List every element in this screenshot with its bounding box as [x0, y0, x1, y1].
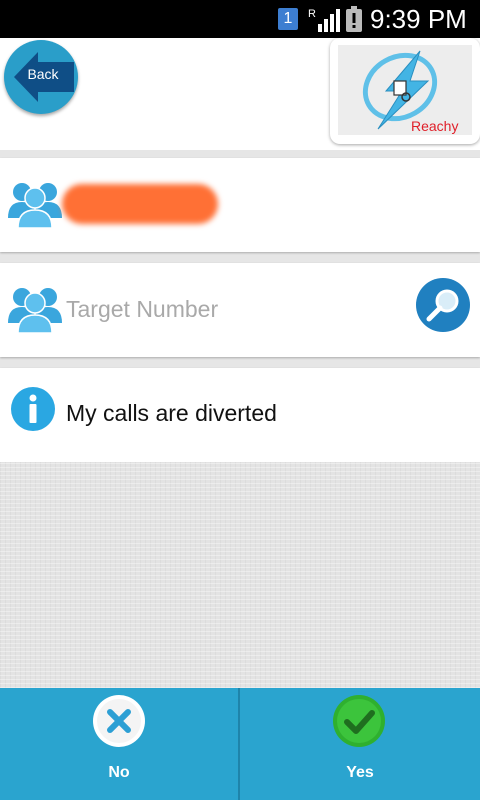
- no-label: No: [108, 764, 130, 781]
- people-icon: [8, 183, 62, 229]
- status-time: 9:39 PM: [370, 4, 467, 34]
- back-label: Back: [27, 66, 59, 82]
- info-row: My calls are diverted: [0, 368, 480, 462]
- signal-icon: R: [308, 8, 340, 32]
- logo-text: Reachy: [411, 118, 459, 134]
- no-button[interactable]: No: [0, 688, 238, 800]
- magnifier-icon: [426, 289, 459, 322]
- target-number-input[interactable]: [66, 293, 396, 325]
- app-logo: Reachy: [330, 38, 480, 144]
- roaming-indicator: R: [308, 8, 316, 20]
- status-bar: 1 R 9:39 PM: [0, 0, 480, 38]
- check-icon: [333, 695, 385, 747]
- battery-alert-icon: [346, 6, 362, 32]
- notification-icon: 1: [278, 8, 298, 30]
- bottom-action-bar: No Yes: [0, 688, 480, 800]
- background-area: [0, 462, 480, 688]
- contact-name-redacted: [62, 184, 218, 224]
- people-icon: [8, 288, 62, 334]
- yes-label: Yes: [346, 764, 374, 781]
- info-icon: [11, 387, 55, 431]
- yes-button[interactable]: Yes: [240, 688, 480, 800]
- back-button[interactable]: Back: [4, 40, 78, 114]
- contact-row[interactable]: [0, 158, 480, 252]
- target-row: [0, 263, 480, 357]
- diverted-status-text: My calls are diverted: [66, 400, 277, 426]
- close-icon: [93, 695, 145, 747]
- header: Back Reachy: [0, 38, 480, 150]
- search-button[interactable]: [416, 278, 470, 332]
